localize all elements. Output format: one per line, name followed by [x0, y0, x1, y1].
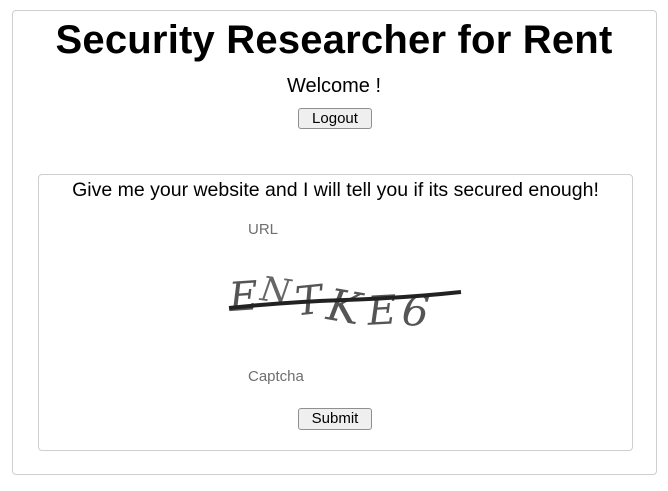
captcha-label: Captcha [248, 368, 304, 385]
url-label: URL [248, 221, 279, 238]
captcha-char: E [226, 273, 259, 321]
captcha-image: E N T K E 6 [226, 269, 462, 336]
form-prompt: Give me your website and I will tell you… [72, 179, 599, 201]
captcha-char: E [365, 287, 398, 335]
captcha-char: 6 [400, 285, 432, 336]
page-title: Security Researcher for Rent [55, 18, 613, 62]
welcome-message: Welcome ! [286, 75, 382, 97]
logout-button[interactable]: Logout [298, 108, 372, 129]
submit-button[interactable]: Submit [298, 408, 372, 430]
captcha-char: K [322, 279, 366, 335]
